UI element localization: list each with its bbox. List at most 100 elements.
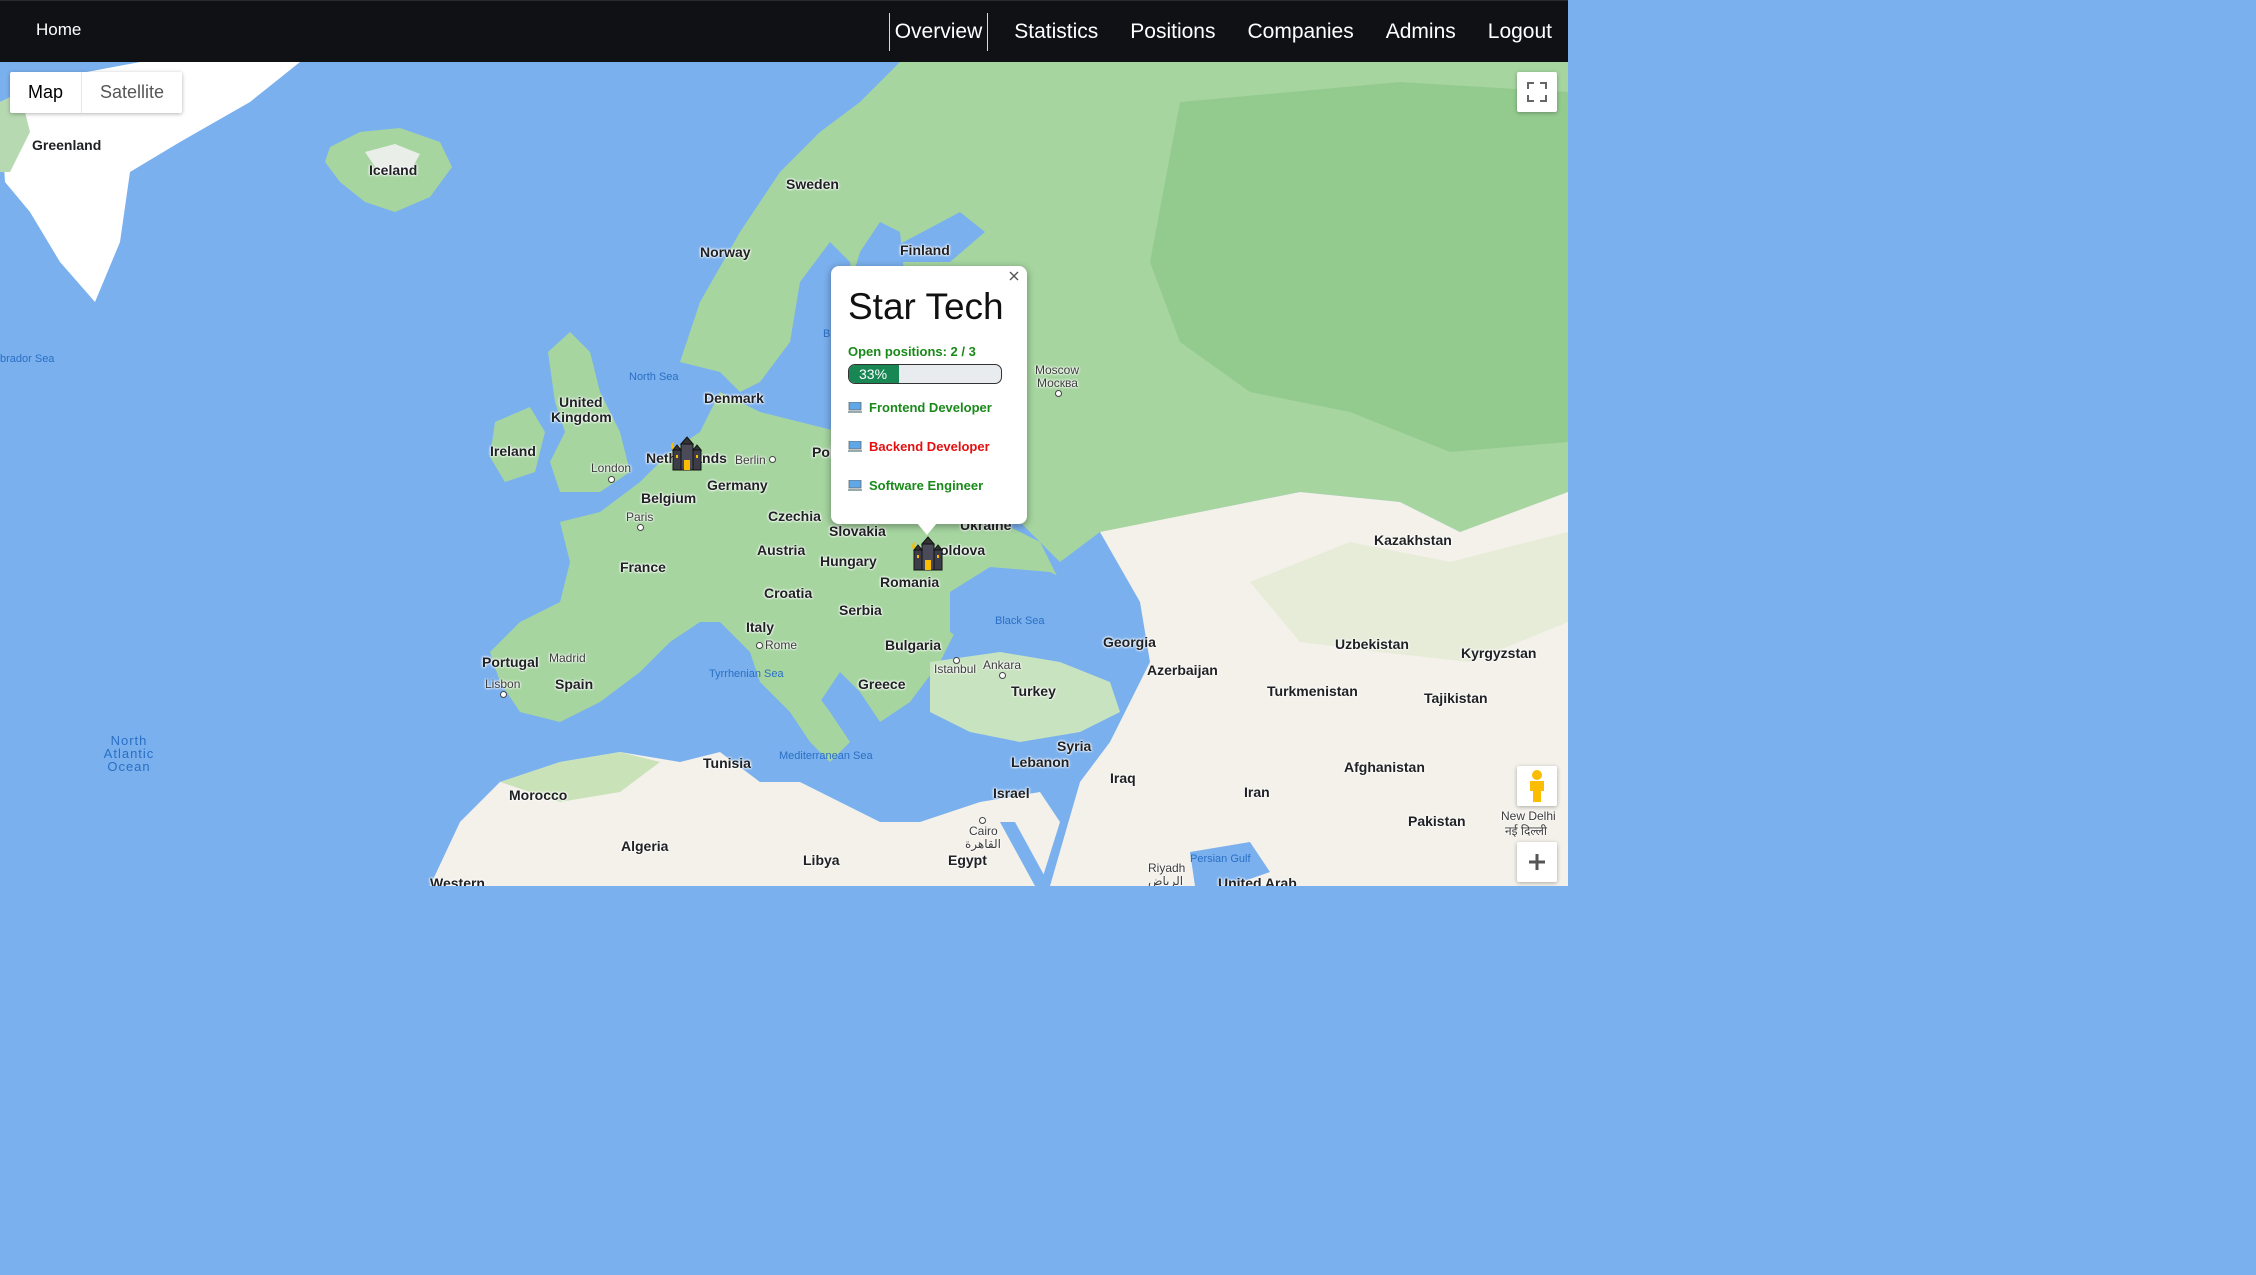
city-dot-paris (637, 524, 644, 531)
computer-icon (848, 402, 862, 413)
label-madrid: Madrid (549, 651, 586, 665)
label-kazakhstan: Kazakhstan (1374, 532, 1452, 548)
label-tunisia: Tunisia (703, 755, 751, 771)
nav-logout[interactable]: Logout (1472, 13, 1568, 51)
label-paris: Paris (626, 510, 654, 524)
street-view-button[interactable] (1517, 766, 1557, 806)
label-cairo: Cairo (969, 824, 998, 838)
label-kingdom: Kingdom (551, 409, 612, 425)
zoom-in-button[interactable] (1517, 842, 1557, 882)
position-title[interactable]: Backend Developer (869, 439, 990, 454)
label-uae-partial: United Arab (1218, 875, 1297, 886)
map-type-map-button[interactable]: Map (10, 72, 81, 113)
position-item-software-engineer[interactable]: Software Engineer (848, 473, 1010, 498)
map-base-layer (0, 62, 1568, 886)
open-positions-progress-bar: 33% (848, 364, 1002, 384)
castle-marker-netherlands[interactable] (669, 436, 705, 472)
position-title[interactable]: Frontend Developer (869, 400, 992, 415)
label-morocco: Morocco (509, 787, 568, 803)
nav-admins[interactable]: Admins (1370, 13, 1472, 51)
label-iceland: Iceland (369, 162, 418, 178)
label-new-delhi: New Delhi (1501, 809, 1556, 823)
nav-statistics[interactable]: Statistics (998, 13, 1114, 51)
label-romania: Romania (880, 574, 940, 590)
plus-icon (1529, 854, 1545, 870)
label-syria: Syria (1057, 738, 1092, 754)
city-dot-istanbul (953, 657, 960, 664)
label-north-atlantic-ocean: North Atlantic Ocean (100, 734, 158, 773)
label-ankara: Ankara (983, 658, 1022, 672)
label-ireland: Ireland (490, 443, 536, 459)
label-berlin: Berlin (735, 453, 766, 467)
position-item-frontend[interactable]: Frontend Developer (848, 395, 1010, 420)
label-uzbekistan: Uzbekistan (1335, 636, 1409, 652)
label-greece: Greece (858, 676, 906, 692)
city-dot-cairo (979, 817, 986, 824)
fullscreen-button[interactable] (1517, 72, 1557, 112)
label-italy: Italy (746, 619, 775, 635)
label-libya: Libya (803, 852, 840, 868)
map-canvas[interactable]: Map Satellite Greenland Iceland Sweden N… (0, 62, 1568, 886)
nav-overview[interactable]: Overview (888, 13, 989, 51)
label-germany: Germany (707, 477, 768, 493)
label-new-delhi-hindi: नई दिल्ली (1505, 824, 1548, 838)
castle-marker-romania[interactable] (910, 536, 946, 572)
street-view-pegman-icon (1530, 770, 1544, 802)
label-denmark: Denmark (704, 390, 764, 406)
label-united: United (559, 394, 603, 410)
nav-positions[interactable]: Positions (1114, 13, 1231, 51)
city-dot-lisbon (500, 691, 507, 698)
label-norway: Norway (700, 244, 751, 260)
label-london: London (591, 461, 632, 475)
label-tyrrhenian-sea: Tyrrhenian Sea (709, 668, 784, 680)
progress-label: 33% (859, 366, 888, 382)
label-labrador-sea-partial: brador Sea (0, 353, 55, 365)
top-navbar: Home Overview Statistics Positions Compa… (0, 0, 1568, 62)
label-spain: Spain (555, 676, 594, 692)
city-dot-moscow (1055, 390, 1062, 397)
close-icon (1009, 271, 1019, 281)
label-iran: Iran (1244, 784, 1270, 800)
label-belgium: Belgium (641, 490, 697, 506)
company-info-window: Star Tech Open positions: 2 / 3 33% Fron… (831, 266, 1027, 524)
company-name: Star Tech (848, 286, 1004, 327)
castle-icon (912, 536, 944, 571)
city-dot-london (608, 476, 615, 483)
home-link[interactable]: Home (36, 20, 81, 40)
label-western-sahara-partial: Western (430, 875, 485, 886)
ocean-line-3: Ocean (107, 759, 151, 774)
label-israel: Israel (993, 785, 1030, 801)
label-bulgaria: Bulgaria (885, 637, 942, 653)
label-turkmenistan: Turkmenistan (1267, 683, 1358, 699)
map-type-satellite-button[interactable]: Satellite (82, 72, 182, 113)
label-greenland: Greenland (32, 137, 102, 153)
info-window-tail (917, 523, 937, 535)
label-riyadh: Riyadh (1148, 861, 1186, 875)
label-kyrgyzstan: Kyrgyzstan (1461, 645, 1537, 661)
label-turkey: Turkey (1011, 683, 1056, 699)
label-serbia: Serbia (839, 602, 882, 618)
city-dot-rome (756, 642, 763, 649)
nav-companies[interactable]: Companies (1232, 13, 1370, 51)
position-item-backend[interactable]: Backend Developer (848, 434, 1010, 459)
label-azerbaijan: Azerbaijan (1147, 662, 1218, 678)
map-type-control: Map Satellite (10, 72, 183, 113)
label-north-sea: North Sea (629, 371, 679, 383)
label-moldova-partial: oldova (940, 542, 986, 558)
label-egypt: Egypt (948, 852, 987, 868)
label-persian-gulf: Persian Gulf (1190, 853, 1251, 865)
label-riyadh-arabic: الرياض (1148, 874, 1184, 886)
position-title[interactable]: Software Engineer (869, 478, 983, 493)
positions-list: Frontend Developer Backend Developer Sof… (848, 395, 1010, 498)
label-iraq: Iraq (1110, 770, 1136, 786)
label-mediterranean-sea: Mediterranean Sea (779, 750, 873, 762)
label-baltic-partial: B (823, 328, 831, 340)
label-cairo-arabic: القاهرة (965, 837, 1001, 851)
info-window-close-button[interactable] (1005, 268, 1023, 286)
label-hungary: Hungary (820, 553, 877, 569)
computer-icon (848, 480, 862, 491)
castle-icon (671, 436, 703, 471)
label-georgia: Georgia (1103, 634, 1156, 650)
label-lisbon: Lisbon (485, 677, 521, 691)
label-algeria: Algeria (621, 838, 669, 854)
